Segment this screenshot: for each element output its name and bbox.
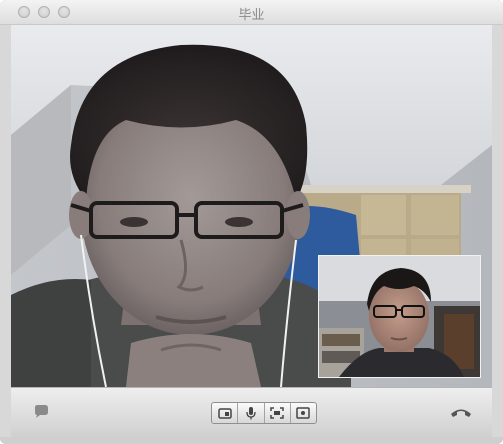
fullscreen-button[interactable] <box>265 403 291 423</box>
window-right-edge <box>492 25 503 437</box>
chat-bubble-icon[interactable] <box>32 404 50 420</box>
media-controls-group <box>211 402 317 424</box>
camera-icon <box>217 408 232 419</box>
call-control-bar <box>11 387 492 438</box>
title-bar[interactable]: 毕业 <box>0 0 503 25</box>
self-view-image <box>319 256 480 377</box>
self-view-preview[interactable] <box>318 255 481 378</box>
window-bottom-edge <box>0 437 503 444</box>
screen-share-button[interactable] <box>291 403 316 423</box>
window-left-edge <box>0 25 11 437</box>
window-title: 毕业 <box>238 7 265 22</box>
screen-icon <box>296 407 311 419</box>
facetime-window: 毕业 <box>0 0 503 444</box>
end-call-button[interactable] <box>449 405 473 419</box>
phone-hangup-icon <box>451 409 471 417</box>
camera-switch-button[interactable] <box>212 403 239 423</box>
mute-button[interactable] <box>238 403 265 423</box>
microphone-icon <box>246 407 256 420</box>
fullscreen-icon <box>270 407 284 419</box>
